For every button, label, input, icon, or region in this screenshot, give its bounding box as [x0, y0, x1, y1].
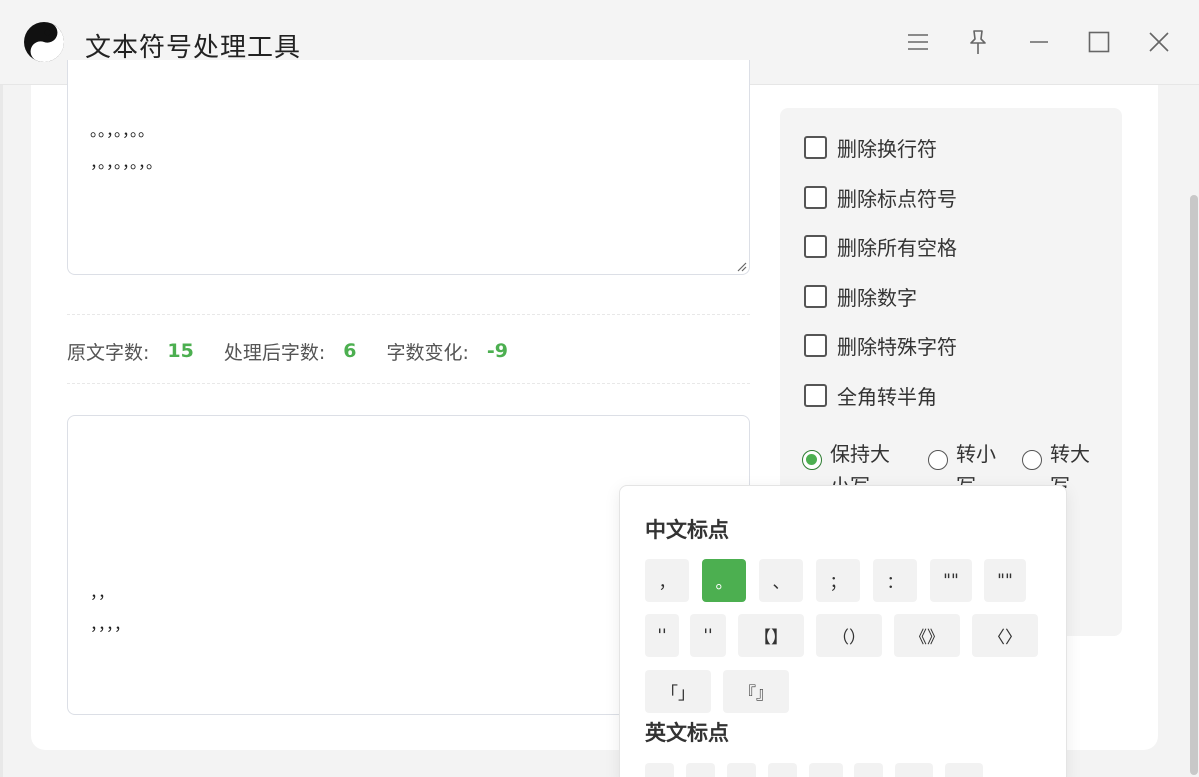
punct-chip[interactable]: 「」 [645, 670, 711, 713]
punct-chip-active[interactable]: 。 [702, 559, 746, 602]
radio-label: 转大写 [1050, 442, 1090, 488]
punct-chip[interactable]: '' [690, 614, 726, 657]
punct-chip[interactable]: （） [816, 614, 882, 657]
punctuation-popover: 中文标点 ， 。 、 ； ： "" "" '' '' 【】 （） 《》 〈〉 「… [619, 485, 1067, 777]
divider [67, 314, 750, 315]
checkbox[interactable] [804, 383, 827, 407]
radio-to-upper[interactable]: 转大写 [1022, 438, 1094, 488]
punct-chip[interactable]: 【】 [738, 614, 804, 657]
punct-chip[interactable]: 『』 [723, 670, 789, 713]
option-remove-newlines[interactable]: 删除换行符 [804, 134, 937, 161]
app-title: 文本符号处理工具 [85, 33, 302, 63]
punct-chip[interactable] [768, 763, 797, 777]
scrollbar-thumb[interactable] [1190, 195, 1198, 775]
option-label: 删除特殊字符 [837, 334, 957, 359]
window-left-edge [0, 85, 3, 777]
checkbox[interactable] [804, 185, 827, 209]
radio-keep-case[interactable]: 保持大小写 [802, 438, 900, 488]
original-count-value: 15 [167, 340, 194, 362]
punct-chip[interactable] [686, 763, 715, 777]
option-label: 删除换行符 [837, 136, 937, 161]
punct-chip[interactable]: ： [873, 559, 917, 602]
divider [67, 383, 750, 384]
pin-icon [970, 30, 986, 54]
punct-chip[interactable]: 〈〉 [972, 614, 1038, 657]
punct-chip[interactable] [895, 763, 933, 777]
option-label: 删除数字 [837, 285, 917, 310]
output-line: ，， [90, 583, 115, 602]
radio-label: 保持大小写 [830, 442, 890, 488]
radio-button[interactable] [928, 450, 948, 470]
option-label: 删除标点符号 [837, 186, 957, 211]
option-remove-digits[interactable]: 删除数字 [804, 283, 917, 310]
punct-chip[interactable]: "" [930, 559, 972, 602]
processed-count-value: 6 [343, 340, 357, 362]
punct-chip[interactable]: 《》 [894, 614, 960, 657]
checkbox[interactable] [804, 234, 827, 258]
maximize-icon [1088, 31, 1110, 53]
change-count-label: 字数变化: [386, 341, 469, 364]
change-count-value: -9 [486, 340, 509, 362]
punct-chip[interactable] [645, 763, 674, 777]
input-textarea[interactable]: 。。，。，。。 ，。，。，。，。 [67, 60, 750, 275]
pin-button[interactable] [958, 22, 998, 62]
punct-chip[interactable] [727, 763, 756, 777]
input-line: 。。，。，。。 [90, 121, 155, 140]
punct-chip[interactable] [854, 763, 883, 777]
menu-button[interactable] [898, 22, 938, 62]
output-line: ，，，， [90, 615, 131, 634]
radio-to-lower[interactable]: 转小写 [928, 438, 1000, 488]
minimize-icon [1030, 41, 1048, 43]
resize-grip-icon[interactable] [735, 260, 747, 272]
input-line: ，。，。，。，。 [90, 153, 163, 172]
punct-chip[interactable]: ， [645, 559, 689, 602]
punct-chip[interactable]: '' [645, 614, 679, 657]
radio-button[interactable] [802, 450, 822, 470]
close-button[interactable] [1139, 22, 1179, 62]
radio-label: 转小写 [956, 442, 996, 488]
english-punctuation-heading: 英文标点 [645, 721, 729, 745]
option-fullwidth-to-halfwidth[interactable]: 全角转半角 [804, 382, 937, 409]
punct-chip[interactable]: "" [984, 559, 1026, 602]
option-remove-spaces[interactable]: 删除所有空格 [804, 233, 957, 260]
option-label: 全角转半角 [837, 384, 937, 409]
menu-icon [908, 34, 928, 50]
minimize-button[interactable] [1019, 22, 1059, 62]
option-remove-punctuation[interactable]: 删除标点符号 [804, 184, 957, 211]
option-remove-special-chars[interactable]: 删除特殊字符 [804, 332, 957, 359]
checkbox[interactable] [804, 333, 827, 357]
punct-chip[interactable]: ； [816, 559, 860, 602]
punct-chip[interactable]: 、 [759, 559, 803, 602]
punct-chip[interactable] [809, 763, 843, 777]
radio-button[interactable] [1022, 450, 1042, 470]
original-count-label: 原文字数: [67, 341, 150, 364]
stats-bar: 原文字数: 15 处理后字数: 6 字数变化: -9 [67, 336, 538, 366]
chinese-punctuation-heading: 中文标点 [645, 518, 729, 542]
processed-count-label: 处理后字数: [223, 341, 326, 364]
punct-chip[interactable] [945, 763, 983, 777]
close-icon [1149, 32, 1169, 52]
yin-yang-logo-icon [24, 22, 64, 62]
checkbox[interactable] [804, 284, 827, 308]
case-radio-group: 保持大小写 转小写 转大写 [802, 438, 1122, 488]
checkbox[interactable] [804, 135, 827, 159]
option-label: 删除所有空格 [837, 235, 957, 260]
maximize-button[interactable] [1079, 22, 1119, 62]
